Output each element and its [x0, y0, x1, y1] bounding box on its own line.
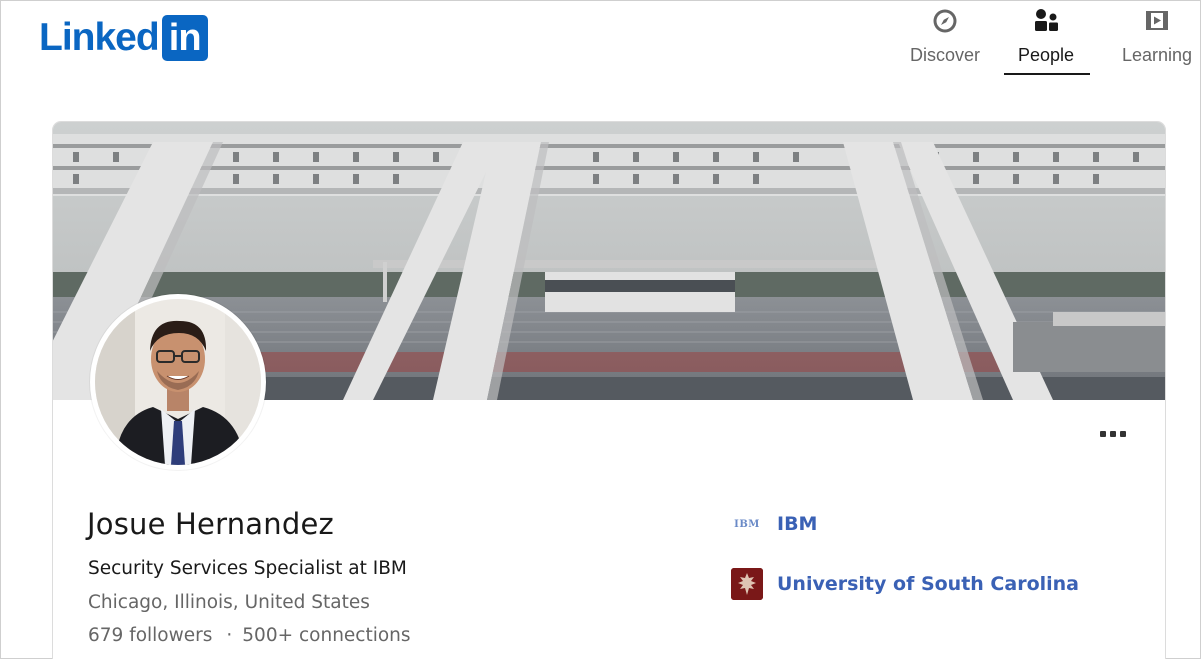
page-frame: Linked in Discover People Learning Josue…: [0, 0, 1201, 659]
followers-count: 679 followers: [88, 625, 213, 646]
profile-headline: Security Services Specialist at IBM: [88, 558, 407, 579]
nav-label-discover: Discover: [909, 45, 980, 65]
more-horizontal-icon: [1100, 431, 1106, 437]
org-ibm[interactable]: IBM IBM: [731, 508, 817, 540]
play-icon: [1143, 7, 1171, 35]
nav-item-people[interactable]: People: [998, 7, 1094, 77]
more-horizontal-icon: [1110, 431, 1116, 437]
nav-label-people: People: [1017, 45, 1075, 65]
logo-in-box: in: [161, 15, 208, 61]
compass-icon: [931, 7, 959, 35]
nav-label-learning: Learning: [1121, 45, 1193, 65]
top-nav: Discover People Learning: [900, 7, 1200, 77]
profile-location: Chicago, Illinois, United States: [88, 592, 370, 613]
ibm-logo-icon: IBM: [731, 508, 763, 540]
profile-card: Josue Hernandez Security Services Specia…: [52, 121, 1166, 659]
people-icon: [1032, 7, 1060, 35]
profile-stats: 679 followers · 500+ connections: [88, 625, 411, 646]
profile-photo[interactable]: [90, 294, 266, 470]
profile-name: Josue Hernandez: [87, 507, 334, 541]
logo-wordmark: Linked: [39, 16, 160, 59]
org-name-ibm: IBM: [777, 513, 818, 535]
connections-count[interactable]: 500+ connections: [242, 625, 410, 646]
stats-separator: ·: [226, 625, 233, 646]
org-university-of-south-carolina[interactable]: University of South Carolina: [731, 568, 1079, 600]
university-logo-icon: [731, 568, 763, 600]
more-horizontal-icon: [1120, 431, 1126, 437]
nav-item-discover[interactable]: Discover: [900, 7, 990, 77]
org-name-usc: University of South Carolina: [777, 573, 1079, 595]
more-options-button[interactable]: [1093, 424, 1133, 444]
linkedin-logo[interactable]: Linked in: [39, 15, 208, 61]
ibm-logo-text: IBM: [734, 518, 760, 530]
nav-item-learning[interactable]: Learning: [1114, 7, 1200, 77]
